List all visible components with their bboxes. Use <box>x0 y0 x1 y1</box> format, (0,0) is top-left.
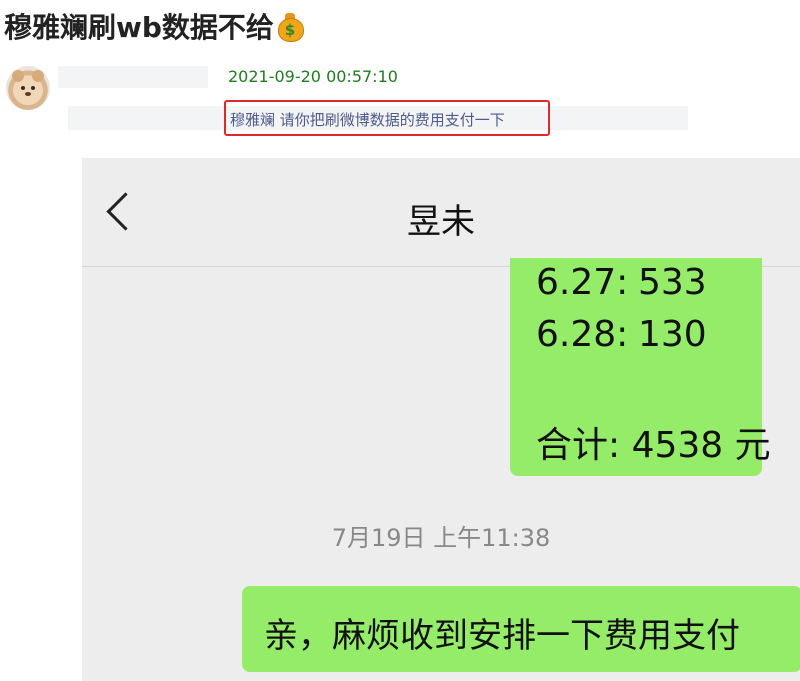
post-timestamp: 2021-09-20 00:57:10 <box>228 67 398 86</box>
avatar[interactable] <box>6 66 50 110</box>
row-value: 130 <box>638 314 707 355</box>
total-value: 4538 元 <box>631 425 771 466</box>
chat-header: 昱未 <box>82 158 800 267</box>
message-text: 亲，麻烦收到安排一下费用支付 <box>264 616 740 656</box>
summary-row: 6.27: 533 <box>536 262 707 303</box>
comment-text: 穆雅斓 请你把刷微博数据的费用支付一下 <box>230 111 505 129</box>
total-label: 合计: <box>536 425 621 466</box>
contact-name: 昱未 <box>407 202 475 242</box>
time-divider: 7月19日 上午11:38 <box>331 524 551 552</box>
redacted-username <box>58 66 208 88</box>
row-label: 6.28: <box>536 314 629 355</box>
post-title-text: 穆雅斓刷wb数据不给 <box>4 11 274 44</box>
post-title: 穆雅斓刷wb数据不给 $ <box>4 6 304 46</box>
money-bag-icon: $ <box>276 10 304 42</box>
summary-row: 6.28: 130 <box>536 314 707 355</box>
row-label: 6.27: <box>536 262 629 303</box>
chat-screenshot: 昱未 6.27: 533 6.28: 130 合计: 4538 元 7月19日 上午… <box>82 158 800 681</box>
row-value: 533 <box>638 262 707 303</box>
total-row: 合计: 4538 元 <box>536 416 771 468</box>
